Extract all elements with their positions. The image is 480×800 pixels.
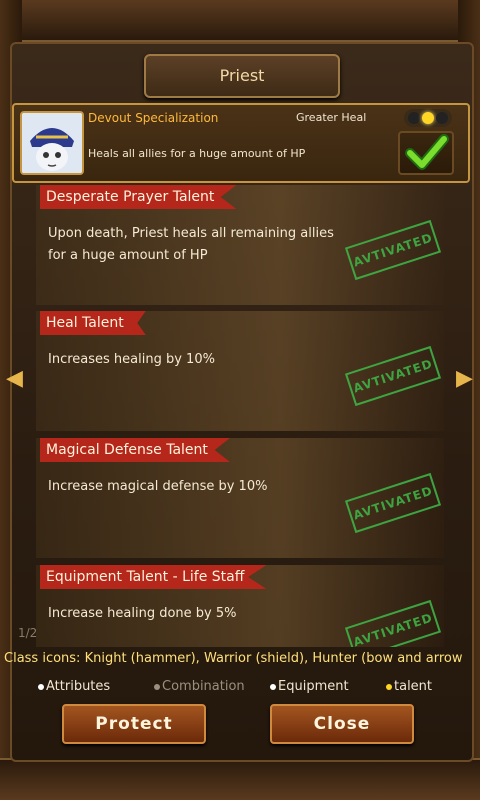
activated-stamp: AVTIVATED xyxy=(344,219,442,281)
popup-title: Priest xyxy=(144,54,340,98)
bullet-icon xyxy=(270,683,276,690)
level-dots xyxy=(404,109,452,127)
previous-arrow-icon[interactable]: ◀ xyxy=(6,366,23,391)
talent-description: Increases healing by 10% xyxy=(48,352,215,367)
talent-title: Magical Defense Talent xyxy=(40,438,230,462)
bullet-icon xyxy=(38,683,44,690)
talent-title: Desperate Prayer Talent xyxy=(40,185,237,209)
talent-item: Magical Defense Talent Increase magical … xyxy=(36,438,444,558)
specialization-name: Devout Specialization xyxy=(88,111,219,125)
talent-title: Heal Talent xyxy=(40,311,146,335)
legend-label: Equipment xyxy=(278,679,349,694)
close-button[interactable]: Close xyxy=(270,704,414,744)
legend-combination[interactable]: Combination xyxy=(154,679,245,694)
legend-attributes[interactable]: Attributes xyxy=(38,679,110,694)
talent-description: Upon death, Priest heals all remaining a… xyxy=(48,226,334,263)
legend-equipment[interactable]: Equipment xyxy=(270,679,349,694)
protect-button[interactable]: Protect xyxy=(62,704,206,744)
priest-portrait xyxy=(20,111,84,175)
talent-list[interactable]: Desperate Prayer Talent Upon death, Prie… xyxy=(36,185,444,647)
activated-stamp: AVTIVATED xyxy=(344,599,442,647)
class-icons-caption: Class icons: Knight (hammer), Warrior (s… xyxy=(4,651,463,666)
background-footer xyxy=(0,758,480,800)
activated-stamp: AVTIVATED xyxy=(344,472,442,534)
bullet-icon xyxy=(386,683,392,690)
activated-stamp: AVTIVATED xyxy=(344,345,442,407)
legend-label: talent xyxy=(394,679,433,694)
level-dot xyxy=(422,112,434,124)
talent-description: Increase healing done by 5% xyxy=(48,606,237,621)
talent-description: Increase magical defense by 10% xyxy=(48,479,268,494)
level-dot xyxy=(408,112,420,124)
talent-item: Equipment Talent - Life Staff Increase h… xyxy=(36,565,444,647)
specialization-skill: Greater Heal xyxy=(296,111,367,124)
legend-talent[interactable]: talent xyxy=(386,679,432,694)
background-header xyxy=(0,0,480,42)
level-dot xyxy=(436,112,448,124)
specialization-description: Heals all allies for a huge amount of HP xyxy=(88,147,306,160)
bullet-icon xyxy=(154,683,160,690)
legend-label: Attributes xyxy=(46,679,111,694)
specialization-card[interactable]: Devout Specialization Greater Heal Heals… xyxy=(12,103,470,183)
next-arrow-icon[interactable]: ▶ xyxy=(456,366,473,391)
selected-check-icon[interactable] xyxy=(398,131,454,175)
talent-item: Heal Talent Increases healing by 10% AVT… xyxy=(36,311,444,431)
page-indicator: 1/2 xyxy=(18,626,38,640)
talent-item: Desperate Prayer Talent Upon death, Prie… xyxy=(36,185,444,305)
talent-title: Equipment Talent - Life Staff xyxy=(40,565,267,589)
legend-label: Combination xyxy=(162,679,245,694)
